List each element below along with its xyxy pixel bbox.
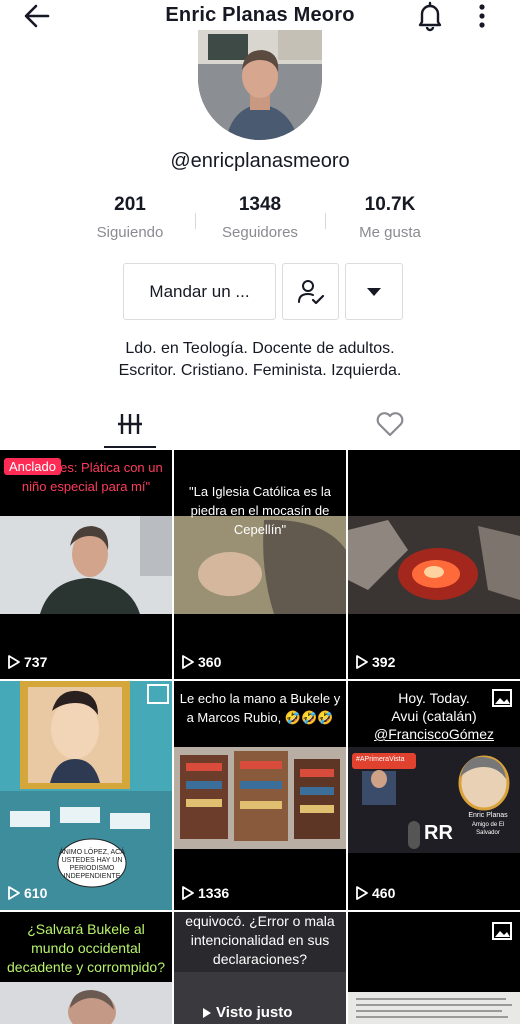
view-count-text: 1336 [198, 885, 230, 901]
message-button[interactable]: Mandar un ... [123, 263, 276, 320]
play-icon [203, 1007, 211, 1018]
play-icon [182, 655, 194, 669]
view-count: 392 [356, 654, 395, 670]
play-icon [8, 886, 20, 900]
video-caption: equivocó. ¿Error o mala intencionalidad … [185, 913, 335, 967]
video-thumbnail[interactable] [348, 912, 520, 1024]
comic-speech-text: ÁNIMO LÓPEZ, ACÁ USTEDES HAY UN PERIODIS… [59, 849, 125, 880]
following-status-button[interactable] [282, 263, 339, 320]
top-bar: Enric Planas Meoro [0, 0, 520, 34]
view-count-text: 360 [198, 654, 222, 670]
play-icon [356, 886, 368, 900]
page-title: Enric Planas Meoro [165, 4, 355, 26]
video-grid: " Los reyes: Plática con un niño especia… [0, 450, 520, 1024]
video-thumbnail[interactable]: ¿Salvará Bukele al mundo occidental deca… [0, 912, 172, 1024]
following-label: Siguiendo [96, 224, 164, 241]
video-caption: Avui (catalán) [391, 708, 477, 724]
suggestions-dropdown-button[interactable] [345, 263, 403, 320]
view-count: 1336 [182, 885, 229, 901]
view-count-text: 460 [372, 885, 396, 901]
person-name: Enric Planas [468, 812, 508, 819]
video-caption-mention: @FranciscoGómez [373, 726, 495, 742]
video-thumbnail[interactable]: Le echo la mano a Bukele y a Marcos Rubi… [174, 681, 346, 910]
overlay-text: Visto justo [216, 1004, 293, 1021]
person-subtitle: Amigo de El Salvador [471, 822, 505, 836]
likes-count: 10.7K [364, 194, 416, 215]
heart-icon[interactable] [374, 408, 406, 440]
avatar[interactable] [198, 30, 322, 140]
arrow-left-icon[interactable] [22, 2, 52, 30]
video-thumbnail[interactable]: "La Iglesia Católica es la piedra en el … [174, 450, 346, 679]
following-count: 201 [114, 194, 146, 215]
caret-down-icon [367, 287, 381, 296]
followers-count: 1348 [238, 194, 282, 215]
profile-handle: @enricplanasmeoro [170, 150, 350, 172]
banner-text: #APrimeraVista [356, 756, 405, 763]
bell-icon[interactable] [414, 0, 446, 32]
stat-likes[interactable]: 10.7K Me gusta [325, 194, 455, 241]
view-count: 737 [8, 654, 47, 670]
view-count-text: 737 [24, 654, 48, 670]
video-thumbnail[interactable]: Hoy. Today. Avui (catalán) @FranciscoGóm… [348, 681, 520, 910]
view-count: 360 [182, 654, 221, 670]
videos-tab-icon[interactable] [104, 404, 156, 444]
user-check-icon [297, 279, 324, 304]
play-icon [356, 655, 368, 669]
photo-icon [492, 689, 512, 707]
overlay-label: Visto justo [202, 1004, 292, 1021]
video-thumbnail[interactable]: " Los reyes: Plática con un niño especia… [0, 450, 172, 679]
bio-line: Escritor. Cristiano. Feminista. Izquierd… [118, 362, 402, 379]
video-caption: ¿Salvará Bukele al mundo occidental deca… [7, 921, 165, 975]
avatar-photo [198, 30, 322, 140]
likes-label: Me gusta [359, 224, 421, 241]
video-caption: "La Iglesia Católica es la piedra en el … [189, 484, 331, 537]
video-caption: Le echo la mano a Bukele y a Marcos Rubi… [179, 691, 341, 725]
stat-following[interactable]: 201 Siguiendo [65, 194, 195, 241]
pinned-badge: Anclado [4, 458, 61, 475]
thumbnail-image [348, 450, 520, 679]
view-count: 610 [8, 885, 47, 901]
followers-label: Seguidores [222, 224, 298, 241]
bio-line: Ldo. en Teología. Docente de adultos. [125, 340, 395, 357]
logo-text: RR [424, 822, 453, 844]
more-vertical-icon[interactable] [470, 2, 494, 30]
photo-icon [492, 922, 512, 940]
active-tab-indicator [104, 446, 156, 448]
stat-followers[interactable]: 1348 Seguidores [195, 194, 325, 241]
view-count-text: 392 [372, 654, 396, 670]
video-thumbnail[interactable]: 392 [348, 450, 520, 679]
view-count-text: 610 [24, 885, 48, 901]
view-count: 460 [356, 885, 395, 901]
video-thumbnail[interactable]: ÁNIMO LÓPEZ, ACÁ USTEDES HAY UN PERIODIS… [0, 681, 172, 910]
play-icon [8, 655, 20, 669]
video-thumbnail[interactable]: equivocó. ¿Error o mala intencionalidad … [174, 912, 346, 1024]
play-icon [182, 886, 194, 900]
